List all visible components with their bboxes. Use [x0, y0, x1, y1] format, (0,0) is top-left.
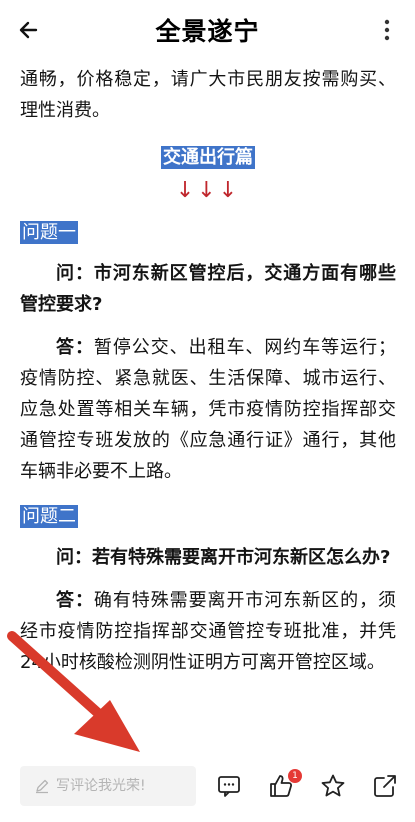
- question-label: 问题一: [20, 221, 78, 244]
- question-prefix: 问：: [56, 547, 92, 568]
- like-count-badge: 1: [288, 769, 302, 783]
- question-text: 若有特殊需要离开市河东新区怎么办?: [92, 547, 391, 568]
- question-paragraph: 问：市河东新区管控后，交通方面有哪些管控要求?: [20, 258, 396, 320]
- answer-prefix: 答：: [56, 337, 94, 358]
- app-title: 全景遂宁: [155, 17, 260, 46]
- question-label-row: 问题一: [20, 217, 396, 248]
- star-icon[interactable]: [320, 773, 346, 799]
- top-bar: 全景遂宁: [0, 0, 415, 58]
- comment-input[interactable]: 写评论我光荣!: [20, 766, 196, 806]
- article-body: 通畅，价格稳定，请广大市民朋友按需购买、理性消费。 交通出行篇 ↓↓↓ 问题一 …: [20, 58, 396, 678]
- pencil-icon: [36, 779, 49, 794]
- intro-paragraph: 通畅，价格稳定，请广大市民朋友按需购买、理性消费。: [20, 69, 396, 121]
- answer-paragraph: 答：暂停公交、出租车、网约车等运行；疫情防控、紧急就医、生活保障、城市运行、应急…: [20, 332, 396, 487]
- comment-icon[interactable]: [216, 773, 242, 799]
- answer-paragraph: 答：确有特殊需要离开市河东新区的，须经市疫情防控指挥部交通管控专班批准，并凭24…: [20, 585, 396, 678]
- comment-placeholder: 写评论我光荣!: [56, 778, 146, 794]
- answer-prefix: 答：: [56, 590, 94, 611]
- share-icon[interactable]: [372, 773, 398, 799]
- down-arrows: ↓↓↓: [175, 178, 241, 203]
- bottom-bar: 写评论我光荣! 1: [0, 755, 415, 822]
- question-label: 问题二: [20, 505, 78, 528]
- section-title-row: 交通出行篇: [20, 142, 396, 173]
- down-arrows-row: ↓↓↓: [20, 175, 396, 207]
- question-prefix: 问：: [56, 263, 94, 284]
- question-paragraph: 问：若有特殊需要离开市河东新区怎么办?: [20, 542, 396, 573]
- question-label-row: 问题二: [20, 501, 396, 532]
- answer-text: 暂停公交、出租车、网约车等运行；疫情防控、紧急就医、生活保障、城市运行、应急处置…: [20, 337, 397, 482]
- section-title: 交通出行篇: [161, 146, 255, 169]
- more-options-icon[interactable]: [373, 16, 401, 44]
